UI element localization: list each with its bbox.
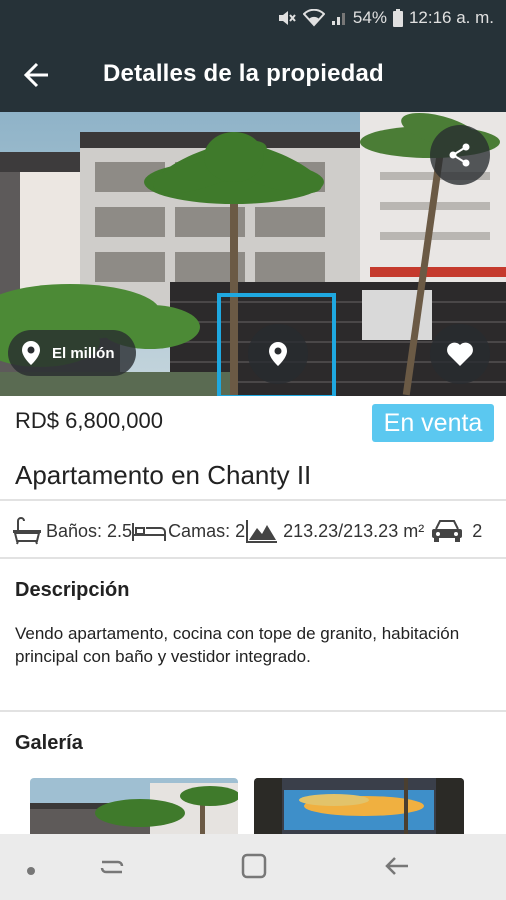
home-button[interactable] <box>240 852 268 885</box>
gallery-thumbnail[interactable] <box>30 778 238 838</box>
nav-dot-button[interactable] <box>26 863 36 881</box>
battery-percent: 54% <box>352 8 387 27</box>
wifi-icon <box>302 9 325 27</box>
description-text: Vendo apartamento, cocina con tope de gr… <box>15 624 460 666</box>
gallery-thumbnail[interactable] <box>254 778 464 838</box>
car-icon <box>432 520 463 542</box>
property-price: RD$ 6,800,000 <box>15 408 163 433</box>
back-arrow-icon <box>385 857 408 875</box>
sunset-thumbnail-image <box>254 778 464 838</box>
system-back-button[interactable] <box>382 852 410 885</box>
status-bar: 54% 12:16 a. m. <box>0 0 506 36</box>
feature-label: 2 <box>472 520 483 541</box>
bathtub-icon <box>13 517 41 545</box>
arrow-left-icon <box>23 62 48 88</box>
location-pin-icon <box>22 341 40 365</box>
feature-label: Camas: 2 <box>168 520 246 541</box>
favorite-button[interactable] <box>430 324 490 384</box>
status-icons: 54% 12:16 a. m. <box>277 8 494 28</box>
map-location-button[interactable] <box>248 324 308 384</box>
back-button[interactable] <box>20 58 56 92</box>
dot-icon <box>27 867 35 875</box>
share-button[interactable] <box>430 125 490 185</box>
location-label: El millón <box>52 344 115 362</box>
feature-area: 213.23/213.23 m² <box>245 518 424 544</box>
divider <box>0 557 506 559</box>
feature-label: Baños: 2.5 <box>46 520 133 541</box>
recents-button[interactable] <box>98 852 126 885</box>
feature-bathrooms: Baños: 2.5 <box>12 517 132 545</box>
status-badge: En venta <box>372 404 494 442</box>
signal-icon <box>331 10 347 26</box>
map-pin-icon <box>269 342 287 366</box>
features-row: Baños: 2.5 Camas: 2 213.23/213.23 m² 2 <box>0 506 506 556</box>
property-hero-image[interactable]: El millón <box>0 112 506 396</box>
feature-parking: 2 <box>424 518 482 544</box>
description-heading: Descripción <box>15 579 130 601</box>
share-icon <box>449 143 470 167</box>
page-title: Detalles de la propiedad <box>103 60 384 87</box>
location-chip[interactable]: El millón <box>8 330 136 376</box>
home-square-icon <box>241 853 267 879</box>
feature-label: 213.23/213.23 m² <box>283 520 425 541</box>
app-bar: Detalles de la propiedad <box>0 36 506 112</box>
building-thumbnail-image <box>30 778 238 838</box>
system-nav-bar <box>0 834 506 900</box>
feature-beds: Camas: 2 <box>132 519 245 543</box>
clock: 12:16 a. m. <box>408 8 494 27</box>
recents-icon <box>100 860 124 874</box>
gallery-heading: Galería <box>15 732 83 754</box>
divider <box>0 499 506 501</box>
divider <box>0 710 506 712</box>
area-icon <box>246 520 278 543</box>
property-title: Apartamento en Chanty II <box>15 460 312 490</box>
heart-icon <box>447 342 473 366</box>
mute-icon <box>277 9 297 27</box>
bed-icon <box>132 523 167 541</box>
battery-icon <box>392 9 403 27</box>
